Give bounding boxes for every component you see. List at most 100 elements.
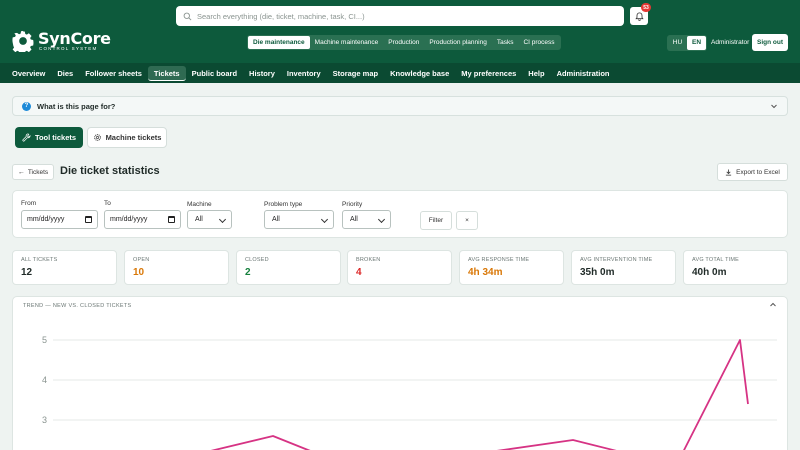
stat-avg-response-time: AVG RESPONSE TIME 4h 34m — [459, 250, 564, 285]
nav-my-preferences[interactable]: My preferences — [455, 66, 522, 81]
tab-machine-label: Machine tickets — [105, 133, 162, 142]
arrow-left-icon: ← — [17, 168, 25, 176]
chevron-down-icon — [218, 215, 227, 224]
bell-icon — [634, 11, 644, 21]
nav-inventory[interactable]: Inventory — [281, 66, 327, 81]
nav-overview[interactable]: Overview — [6, 66, 51, 81]
stat-closed: CLOSED 2 — [236, 250, 341, 285]
lang-en-button[interactable]: EN — [687, 36, 706, 50]
stat-label: ALL TICKETS — [21, 257, 58, 263]
stat-avg-total-time: AVG TOTAL TIME 40h 0m — [683, 250, 788, 285]
calendar-icon — [85, 216, 92, 223]
chart-series-line — [210, 339, 749, 450]
stat-label: AVG INTERVENTION TIME — [580, 257, 653, 263]
stat-value: 4 — [356, 267, 362, 278]
search-input[interactable] — [197, 11, 597, 21]
calendar-icon — [168, 216, 175, 223]
module-production[interactable]: Production — [383, 36, 424, 49]
trend-title: TREND — NEW VS. CLOSED TICKETS — [23, 303, 132, 309]
priority-label: Priority — [342, 201, 363, 208]
from-label: From — [21, 200, 37, 207]
stat-label: BROKEN — [356, 257, 381, 263]
module-ci-process[interactable]: CI process — [518, 36, 559, 49]
module-die-maintenance[interactable]: Die maintenance — [248, 36, 310, 49]
from-date-input[interactable]: mm/dd/yyyy — [21, 210, 98, 229]
nav-tickets[interactable]: Tickets — [147, 65, 186, 81]
priority-value: All — [350, 216, 358, 223]
user-name: Administrator — [711, 39, 750, 46]
problem-type-value: All — [272, 216, 280, 223]
to-date-value: mm/dd/yyyy — [110, 216, 148, 223]
stat-label: CLOSED — [245, 257, 269, 263]
to-date-input[interactable]: mm/dd/yyyy — [104, 210, 181, 229]
stat-open: OPEN 10 — [124, 250, 229, 285]
chart-y-tick-label: 5 — [42, 335, 47, 345]
machine-label: Machine — [187, 201, 212, 208]
nav-knowledge-base[interactable]: Knowledge base — [384, 66, 455, 81]
trend-panel: 5 4 3 TREND — NEW VS. CLOSED TICKETS — [12, 296, 788, 450]
nav-history[interactable]: History — [243, 66, 281, 81]
nav-help[interactable]: Help — [522, 66, 550, 81]
to-label: To — [104, 200, 111, 207]
app-name: SynCore — [38, 29, 111, 48]
machine-select[interactable]: All — [187, 210, 232, 229]
export-label: Export to Excel — [736, 168, 780, 176]
chart-y-tick-label: 3 — [42, 415, 47, 425]
tab-tool-label: Tool tickets — [34, 133, 77, 142]
module-switcher: Die maintenance Machine maintenance Prod… — [247, 35, 561, 50]
tab-machine-tickets[interactable]: Machine tickets — [87, 127, 167, 148]
download-icon — [726, 168, 732, 176]
trend-chart: 5 4 3 — [42, 335, 777, 450]
priority-select[interactable]: All — [342, 210, 391, 229]
back-label: Tickets — [27, 168, 49, 176]
stat-value: 12 — [21, 267, 33, 278]
lang-hu-button[interactable]: HU — [668, 36, 687, 50]
search-icon — [183, 12, 192, 20]
stat-label: OPEN — [133, 257, 150, 263]
main-nav: Overview Dies Follower sheets Tickets Pu… — [0, 63, 800, 83]
stat-all-tickets: ALL TICKETS 12 — [12, 250, 117, 285]
chevron-down-icon — [320, 215, 329, 224]
stat-broken: BROKEN 4 — [347, 250, 452, 285]
page-info-toggle[interactable]: ? What is this page for? — [12, 96, 788, 116]
chart-y-tick-label: 4 — [42, 375, 47, 385]
filter-button[interactable]: Filter — [420, 211, 452, 230]
global-search[interactable] — [176, 6, 624, 26]
nav-storage-map[interactable]: Storage map — [327, 66, 384, 81]
module-production-planning[interactable]: Production planning — [424, 36, 491, 49]
problem-type-select[interactable]: All — [264, 210, 334, 229]
stat-avg-intervention-time: AVG INTERVENTION TIME 35h 0m — [571, 250, 676, 285]
stat-value: 35h 0m — [580, 267, 615, 278]
nav-public-board[interactable]: Public board — [186, 66, 243, 81]
nav-administration[interactable]: Administration — [551, 66, 616, 81]
page-info-text: What is this page for? — [37, 101, 116, 111]
gear-icon — [93, 134, 101, 141]
help-icon: ? — [22, 101, 31, 111]
sign-out-button[interactable]: Sign out — [752, 34, 788, 51]
stat-value: 10 — [133, 267, 145, 278]
chevron-down-icon — [377, 215, 386, 224]
gear-logo-icon — [12, 30, 34, 52]
back-to-tickets-button[interactable]: ← Tickets — [12, 164, 54, 180]
notification-count-badge: 53 — [641, 3, 651, 12]
machine-select-value: All — [195, 216, 203, 223]
wrench-icon — [22, 133, 31, 142]
stat-value: 40h 0m — [692, 267, 727, 278]
nav-dies[interactable]: Dies — [51, 66, 79, 81]
from-date-value: mm/dd/yyyy — [27, 216, 65, 223]
filter-panel: From mm/dd/yyyy To mm/dd/yyyy Machine Al… — [12, 190, 788, 238]
clear-filter-button[interactable]: × — [456, 211, 478, 230]
stat-label: AVG RESPONSE TIME — [468, 257, 530, 263]
module-machine-maintenance[interactable]: Machine maintenance — [310, 36, 384, 49]
module-tasks[interactable]: Tasks — [492, 36, 519, 49]
page-title: Die ticket statistics — [60, 165, 160, 177]
tab-tool-tickets[interactable]: Tool tickets — [15, 127, 83, 148]
chevron-up-icon[interactable] — [769, 301, 777, 311]
language-switcher: HU EN — [667, 35, 707, 51]
app-header: SynCore CONTROL SYSTEM 53 Die maintenanc… — [0, 0, 800, 63]
stat-value: 2 — [245, 267, 251, 278]
app-logo[interactable]: SynCore CONTROL SYSTEM — [12, 30, 111, 52]
export-excel-button[interactable]: Export to Excel — [717, 163, 788, 181]
nav-follower-sheets[interactable]: Follower sheets — [79, 66, 148, 81]
stat-value: 4h 34m — [468, 267, 503, 278]
